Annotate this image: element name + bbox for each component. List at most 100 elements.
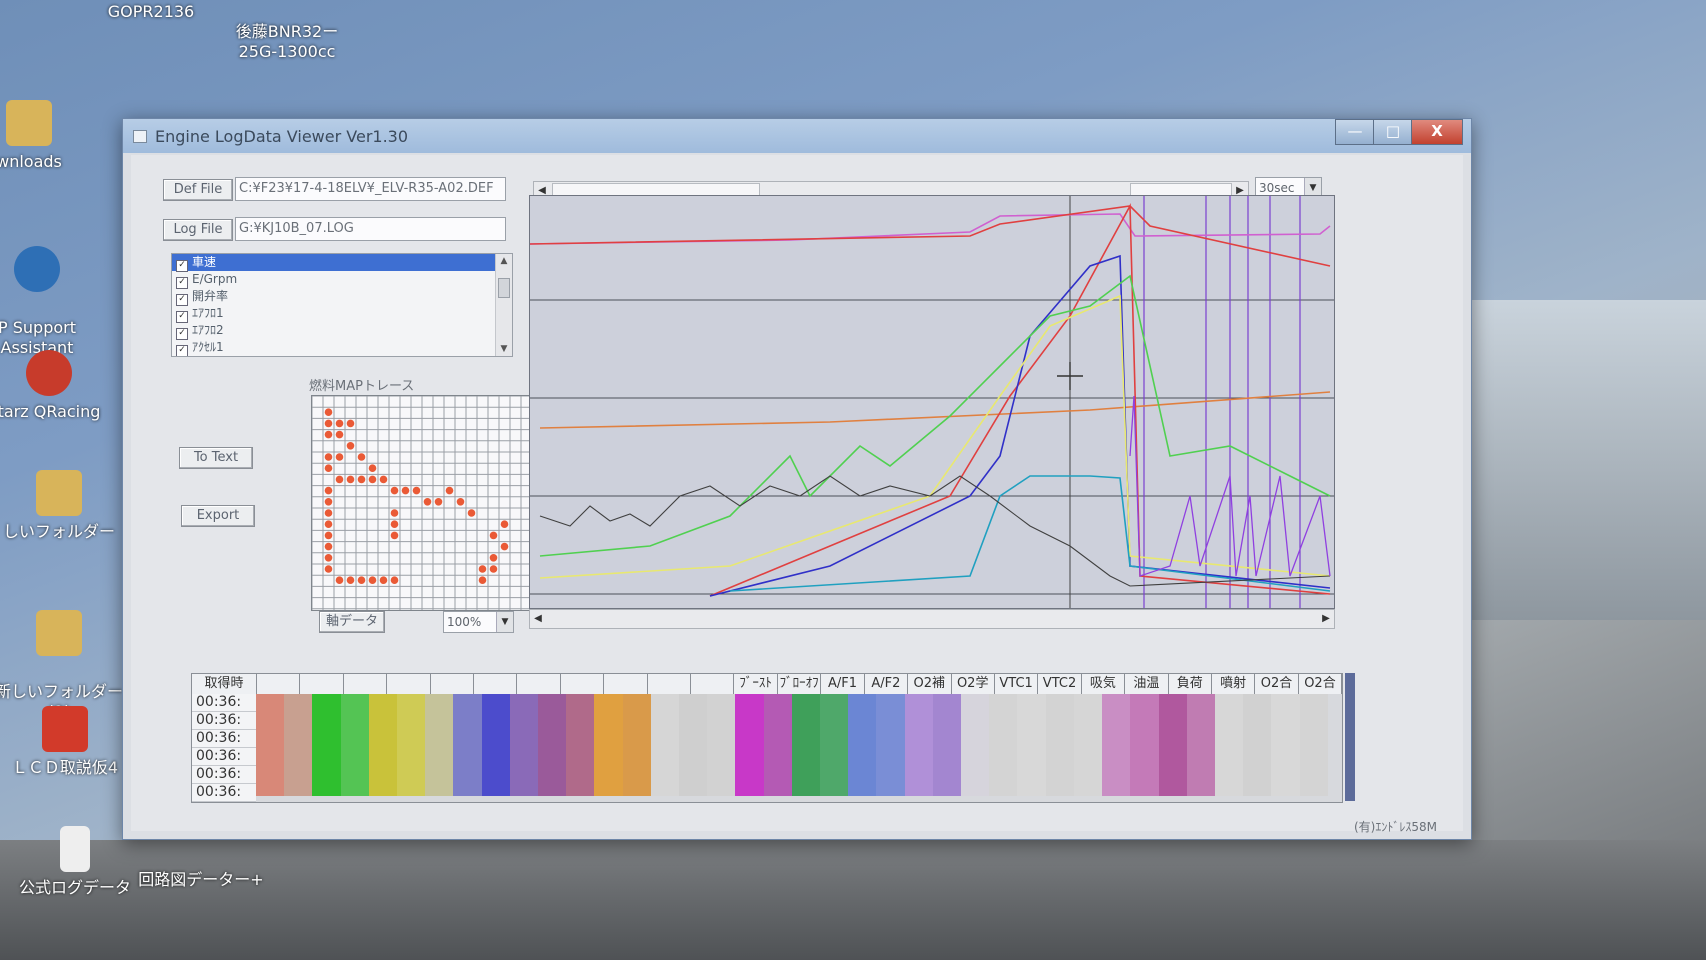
- log-data-table[interactable]: 取得時 ﾌﾞｰｽﾄ ﾌﾞﾛｰｵﾌ A/F1 A/F2 O2補 O2学 VTC1 VTC2 吸気 油温…: [191, 673, 1343, 803]
- column-header[interactable]: 吸気: [1081, 674, 1126, 694]
- data-cell-column: [425, 694, 454, 796]
- column-header[interactable]: A/F2: [864, 674, 909, 694]
- def-file-button[interactable]: Def File: [163, 179, 233, 201]
- scroll-right-icon[interactable]: ▶: [1318, 610, 1334, 628]
- channel-list-scrollbar[interactable]: ▲ ▼: [495, 254, 512, 356]
- column-header[interactable]: VTC1: [994, 674, 1039, 694]
- column-header[interactable]: ﾌﾞｰｽﾄ: [734, 674, 778, 694]
- channel-item[interactable]: ✓ 車速: [172, 254, 512, 272]
- channel-item[interactable]: ✓ E/Grpm: [172, 271, 512, 289]
- checkbox-checked[interactable]: ✓: [176, 345, 188, 356]
- table-scrollbar[interactable]: [1345, 673, 1355, 801]
- minimize-button[interactable]: —: [1335, 119, 1375, 145]
- data-cell-column: [1158, 694, 1187, 796]
- column-header[interactable]: O2合: [1298, 674, 1343, 694]
- column-header[interactable]: 取得時: [192, 674, 257, 694]
- zoom-select[interactable]: 100% ▼: [443, 611, 514, 633]
- desktop-icon-new-folder-2[interactable]: 新しいフォルダー (2): [0, 590, 124, 722]
- axis-data-button[interactable]: 軸データ: [319, 611, 385, 633]
- column-header[interactable]: [560, 674, 605, 694]
- desktop-icon-goto-bnr32[interactable]: 後藤BNR32ー 25G-1300cc: [222, 2, 352, 62]
- table-cells: [256, 694, 1328, 796]
- maximize-button[interactable]: □: [1373, 119, 1413, 145]
- column-header[interactable]: O2合: [1255, 674, 1299, 694]
- column-header[interactable]: [430, 674, 475, 694]
- column-header[interactable]: [604, 674, 648, 694]
- title-bar[interactable]: Engine LogData Viewer Ver1.30 — □ X: [123, 119, 1471, 153]
- desktop-icon-qracing[interactable]: tarz QRacing: [0, 350, 114, 422]
- channel-item[interactable]: ✓ 開弁率: [172, 288, 512, 306]
- data-cell-column: [650, 694, 680, 796]
- export-button[interactable]: Export: [181, 505, 255, 527]
- column-header[interactable]: 負荷: [1168, 674, 1212, 694]
- chevron-down-icon[interactable]: ▼: [496, 612, 513, 632]
- data-cell-column: [509, 694, 539, 796]
- desktop-icon-downloads[interactable]: wnloads: [0, 100, 94, 172]
- column-header[interactable]: 油温: [1125, 674, 1169, 694]
- column-header[interactable]: ﾌﾞﾛｰｵﾌ: [777, 674, 822, 694]
- desktop-icon-circuit-data[interactable]: 回路図データー+: [136, 870, 266, 890]
- trace-red-rise: [709, 203, 1331, 597]
- data-cell-column: [961, 694, 990, 796]
- map-trace-dot: [324, 565, 333, 573]
- log-file-button[interactable]: Log File: [163, 219, 233, 241]
- desktop-icon-log-data[interactable]: 公式ログデータ: [10, 826, 140, 898]
- column-header[interactable]: [387, 674, 431, 694]
- map-trace-dot: [456, 498, 465, 506]
- map-trace-dot: [379, 576, 388, 584]
- channel-label: ｱｸｾﾙ1: [192, 340, 224, 354]
- trace-blue: [709, 254, 1331, 597]
- desktop-icon-new-folder[interactable]: しいフォルダー: [0, 470, 124, 542]
- data-cell-column: [1073, 694, 1103, 796]
- scroll-down-icon[interactable]: ▼: [496, 342, 512, 356]
- scroll-thumb[interactable]: [498, 278, 510, 298]
- map-trace-dot: [324, 554, 333, 562]
- time-cell: 00:36:: [192, 694, 256, 712]
- scroll-left-icon[interactable]: ◀: [530, 610, 546, 628]
- column-header[interactable]: [647, 674, 692, 694]
- time-cell: 00:36:: [192, 766, 256, 784]
- log-file-field[interactable]: G:¥KJ10B_07.LOG: [235, 217, 506, 241]
- data-cell-column: [1102, 694, 1131, 796]
- zoom-value: 100%: [447, 615, 482, 629]
- def-file-field[interactable]: C:¥F23¥17-4-18ELV¥_ELV-R35-A02.DEF: [235, 177, 506, 201]
- column-header[interactable]: VTC2: [1038, 674, 1082, 694]
- column-header[interactable]: A/F1: [821, 674, 865, 694]
- close-button[interactable]: X: [1411, 119, 1463, 145]
- folder-icon: [36, 610, 82, 656]
- column-header[interactable]: [300, 674, 344, 694]
- map-trace-dot: [412, 486, 421, 495]
- desktop-icon-gopr2136[interactable]: GOPR2136: [86, 2, 216, 22]
- channel-item[interactable]: ✓ ｱｸｾﾙ1: [172, 339, 512, 356]
- column-header[interactable]: O2学: [951, 674, 995, 694]
- to-text-button[interactable]: To Text: [179, 447, 253, 469]
- channel-item[interactable]: ✓ ｴｱﾌﾛ1: [172, 305, 512, 323]
- column-header[interactable]: [257, 674, 301, 694]
- column-header[interactable]: [517, 674, 561, 694]
- graph-scrollbar[interactable]: ◀ ▶: [529, 609, 1335, 629]
- data-cell-column: [397, 694, 426, 796]
- trace-yellow: [539, 294, 1331, 579]
- desktop-icon-lcd-manual[interactable]: ＬＣＤ取説仮4: [0, 706, 130, 778]
- data-cell-column: [594, 694, 623, 796]
- column-header[interactable]: 噴射: [1211, 674, 1256, 694]
- data-cell-column: [1045, 694, 1074, 796]
- map-trace-dot: [335, 475, 344, 484]
- channel-item[interactable]: ✓ ｴｱﾌﾛ2: [172, 322, 512, 340]
- time-span-value: 30sec: [1259, 181, 1295, 195]
- column-header[interactable]: [474, 674, 518, 694]
- scroll-up-icon[interactable]: ▲: [496, 254, 512, 268]
- client-area: Def File C:¥F23¥17-4-18ELV¥_ELV-R35-A02.…: [131, 155, 1463, 834]
- data-cell-column: [820, 694, 849, 796]
- column-header[interactable]: O2補: [908, 674, 952, 694]
- desktop-icon-label: しいフォルダー: [2, 522, 115, 541]
- channel-list[interactable]: ✓ 車速 ✓ E/Grpm ✓ 開弁率 ✓ ｴｱﾌﾛ1 ✓ ｴｱﾌﾛ2 ✓ ｱｸｾﾙ1 ▲ …: [171, 253, 513, 357]
- log-graph-canvas[interactable]: [529, 196, 1334, 608]
- map-trace-dot: [335, 419, 344, 428]
- desktop-icon-support-assistant[interactable]: P Support Assistant: [0, 226, 102, 358]
- map-trace-dot: [357, 576, 366, 584]
- log-graph[interactable]: [529, 195, 1335, 609]
- column-header[interactable]: [691, 674, 735, 694]
- data-cell-column: [763, 694, 792, 796]
- column-header[interactable]: [343, 674, 388, 694]
